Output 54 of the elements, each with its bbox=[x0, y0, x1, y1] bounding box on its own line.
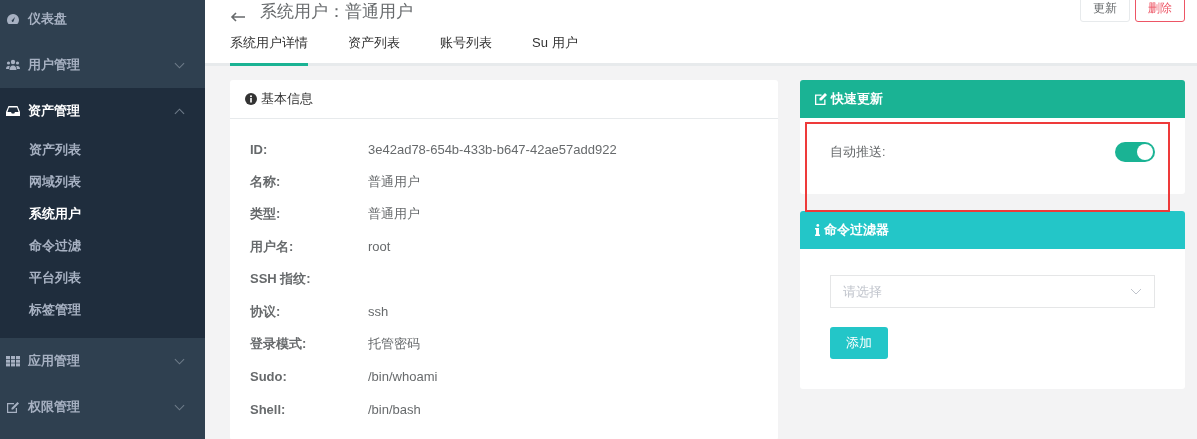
tab[interactable]: 资产列表 bbox=[348, 22, 400, 66]
chevron-icon bbox=[174, 403, 185, 411]
tab[interactable]: 系统用户详情 bbox=[230, 22, 308, 66]
update-button[interactable]: 更新 bbox=[1080, 0, 1130, 22]
sidebar-item[interactable]: 标签管理 bbox=[29, 300, 81, 320]
field-label: SSH 指纹: bbox=[250, 270, 312, 289]
edit-icon bbox=[6, 401, 20, 413]
chevron-icon bbox=[174, 61, 185, 69]
field-value: 托管密码 bbox=[368, 335, 420, 354]
back-arrow-icon[interactable] bbox=[230, 12, 246, 22]
field-value: /bin/whoami bbox=[368, 369, 438, 385]
field-value: ssh bbox=[368, 304, 389, 320]
edit-icon bbox=[815, 93, 827, 105]
toggle-switch[interactable] bbox=[1115, 142, 1155, 162]
users-icon bbox=[6, 59, 20, 71]
chevron-icon bbox=[174, 357, 185, 365]
field-label: 用户名: bbox=[250, 237, 295, 256]
info-icon bbox=[815, 224, 820, 236]
tab[interactable]: 账号列表 bbox=[440, 22, 492, 66]
chevron-icon bbox=[1130, 288, 1142, 295]
sidebar-item[interactable]: 系统用户 bbox=[29, 204, 81, 224]
field-value: root bbox=[368, 239, 391, 255]
info-icon bbox=[245, 93, 257, 105]
sidebar-item[interactable]: 资产列表 bbox=[29, 140, 81, 160]
delete-button[interactable]: 删除 bbox=[1135, 0, 1185, 22]
grid-icon bbox=[6, 355, 20, 367]
field-label: 名称: bbox=[250, 172, 282, 191]
field-label: Sudo: bbox=[250, 369, 288, 385]
field-label: 协议: bbox=[250, 302, 282, 321]
panel-title: 命令过滤器 bbox=[824, 221, 889, 239]
field-label: 类型: bbox=[250, 205, 282, 224]
field-value: 普通用户 bbox=[368, 205, 420, 224]
field-label: ID: bbox=[250, 141, 269, 157]
sidebar-item[interactable]: 命令过滤 bbox=[29, 236, 81, 256]
sidebar-group[interactable]: 用户管理 bbox=[0, 42, 205, 88]
sidebar-group[interactable]: 仪表盘 bbox=[0, 0, 205, 42]
sidebar-group[interactable]: 应用管理 bbox=[0, 338, 205, 384]
card-title: 基本信息 bbox=[261, 90, 313, 108]
panel-title: 快速更新 bbox=[831, 90, 883, 108]
chevron-icon bbox=[174, 107, 185, 115]
field-value: /bin/bash bbox=[368, 401, 421, 417]
field-value: 3e42ad78-654b-433b-b647-42ae57add922 bbox=[368, 141, 617, 157]
field-label: 登录模式: bbox=[250, 335, 308, 354]
setting-label: 自动推送: bbox=[830, 143, 886, 161]
sidebar-item[interactable]: 平台列表 bbox=[29, 268, 81, 288]
gauge-icon bbox=[6, 13, 20, 25]
field-label: Shell: bbox=[250, 401, 287, 417]
sidebar-group[interactable]: 权限管理 bbox=[0, 384, 205, 430]
page-title: 系统用户：普通用户 bbox=[260, 2, 414, 22]
tab[interactable]: Su 用户 bbox=[532, 22, 578, 66]
sidebar-item[interactable]: 网域列表 bbox=[29, 172, 81, 192]
inbox-icon bbox=[6, 105, 20, 117]
field-value: 普通用户 bbox=[368, 172, 420, 191]
select-field[interactable]: 请选择 bbox=[830, 275, 1155, 308]
